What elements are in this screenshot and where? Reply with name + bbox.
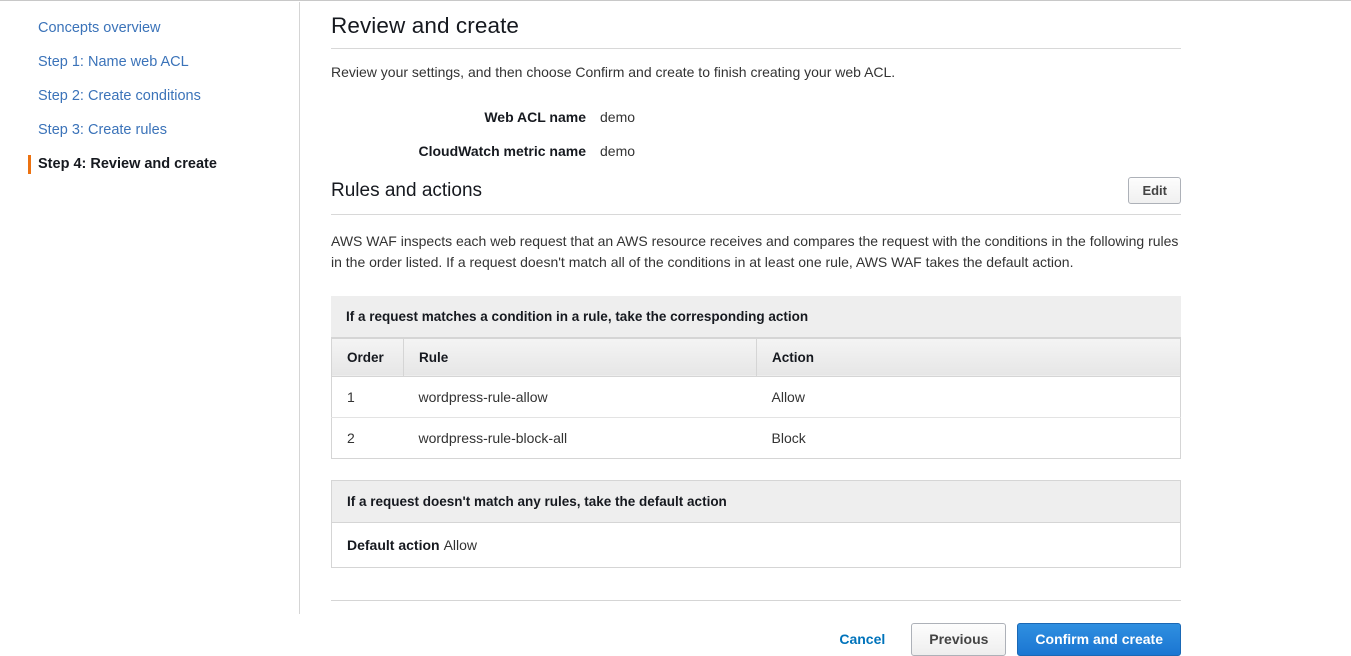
- rules-table-caption: If a request matches a condition in a ru…: [331, 295, 1181, 338]
- cell-order: 2: [331, 417, 404, 459]
- rules-section-title: Rules and actions: [331, 180, 483, 202]
- summary-row-web-acl-name: Web ACL name demo: [331, 109, 1181, 125]
- wizard-sidebar: Concepts overview Step 1: Name web ACL S…: [0, 2, 300, 614]
- default-action-value: Allow: [443, 536, 478, 553]
- column-header-action: Action: [756, 338, 1181, 377]
- summary-label-web-acl-name: Web ACL name: [484, 109, 586, 126]
- previous-button[interactable]: Previous: [911, 622, 1007, 656]
- summary-value-cloudwatch-metric-name: demo: [600, 143, 636, 160]
- sidebar-link-step-2[interactable]: Step 2: Create conditions: [38, 88, 201, 104]
- table-row: 1 wordpress-rule-allow Allow: [331, 376, 1181, 418]
- active-step-marker-icon: [28, 155, 31, 174]
- default-action-row: Default action Allow: [332, 523, 1180, 567]
- sidebar-link-concepts-overview[interactable]: Concepts overview: [38, 20, 161, 36]
- edit-button[interactable]: Edit: [1128, 177, 1181, 205]
- sidebar-item-step-1[interactable]: Step 1: Name web ACL: [0, 45, 299, 79]
- rules-section-description: AWS WAF inspects each web request that a…: [331, 233, 1179, 270]
- sidebar-item-step-3[interactable]: Step 3: Create rules: [0, 113, 299, 147]
- default-action-table: If a request doesn't match any rules, ta…: [331, 479, 1181, 568]
- summary-value-web-acl-name: demo: [600, 109, 636, 126]
- table-row: 2 wordpress-rule-block-all Block: [331, 417, 1181, 459]
- page-title: Review and create: [331, 13, 520, 38]
- rules-table-head: Order Rule Action: [331, 338, 1181, 377]
- rules-section-header: Rules and actions Edit: [331, 177, 1181, 216]
- rules-table: If a request matches a condition in a ru…: [331, 295, 1181, 459]
- cell-order: 1: [331, 376, 404, 418]
- main-content: Review and create Review your settings, …: [301, 2, 1351, 656]
- summary-label-cloudwatch-metric-name: CloudWatch metric name: [418, 143, 586, 160]
- intro-text: Review your settings, and then choose Co…: [331, 64, 896, 80]
- column-header-order: Order: [331, 338, 404, 377]
- default-action-label: Default action: [347, 536, 440, 553]
- summary-row-cloudwatch-metric-name: CloudWatch metric name demo: [331, 143, 1181, 159]
- page-root: Concepts overview Step 1: Name web ACL S…: [0, 0, 1351, 656]
- column-header-rule: Rule: [403, 338, 757, 377]
- default-action-caption: If a request doesn't match any rules, ta…: [332, 480, 1180, 523]
- sidebar-item-step-2[interactable]: Step 2: Create conditions: [0, 79, 299, 113]
- table-header-row: Order Rule Action: [331, 338, 1181, 377]
- sidebar-item-concepts-overview[interactable]: Concepts overview: [0, 11, 299, 45]
- cell-action: Block: [756, 417, 1181, 459]
- rules-table-body: 1 wordpress-rule-allow Allow 2 wordpress…: [331, 376, 1181, 459]
- sidebar-item-step-4[interactable]: Step 4: Review and create: [0, 147, 299, 181]
- cell-rule: wordpress-rule-allow: [403, 376, 757, 418]
- summary-list: Web ACL name demo CloudWatch metric name…: [331, 109, 1181, 159]
- cancel-button[interactable]: Cancel: [839, 631, 885, 647]
- sidebar-label-step-4: Step 4: Review and create: [38, 156, 217, 172]
- cell-rule: wordpress-rule-block-all: [403, 417, 757, 459]
- sidebar-link-step-1[interactable]: Step 1: Name web ACL: [38, 54, 189, 70]
- sidebar-link-step-3[interactable]: Step 3: Create rules: [38, 122, 167, 138]
- confirm-and-create-button[interactable]: Confirm and create: [1017, 622, 1181, 656]
- footer-actions: Cancel Previous Confirm and create: [331, 601, 1181, 656]
- cell-action: Allow: [756, 376, 1181, 418]
